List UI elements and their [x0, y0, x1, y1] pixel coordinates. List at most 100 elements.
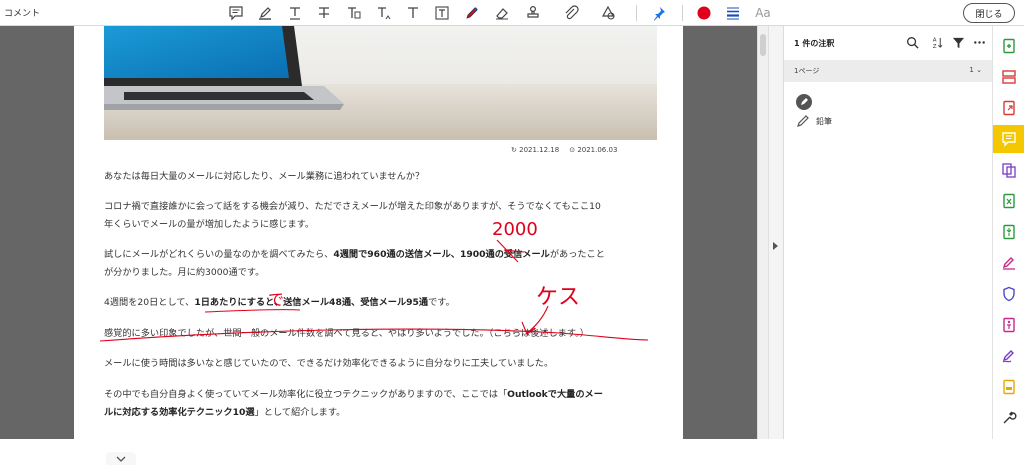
- shapes-icon[interactable]: [597, 2, 619, 24]
- body-text: あなたは毎日大量のメールに対応したり、メール業務に追われていませんか？: [104, 171, 425, 182]
- sidebar-tool-sign[interactable]: [993, 342, 1024, 370]
- redact-icon: [1003, 379, 1015, 395]
- body-text: メールに使う時間は多いなと感じていたので、できるだけ効率化できるように自分なりに…: [104, 358, 554, 369]
- avatar[interactable]: [796, 94, 812, 110]
- comments-panel: 1 件の注釈 AZ 1ページ 1 ⌄ 鉛筆: [784, 26, 992, 439]
- filter-icon[interactable]: [950, 34, 966, 50]
- text-box-icon[interactable]: [431, 2, 453, 24]
- paragraph-line: 4週間を20日として、1日あたりにすると、送信メール48通、受信メール95通です…: [104, 294, 455, 312]
- body-text: 」として紹介します。: [254, 407, 346, 418]
- fill-sign-icon: [1002, 257, 1015, 270]
- paragraph-line: コロナ禍で直接誰かに会って話をする機会が減り、ただでさえメールが増えた印象があり…: [104, 198, 601, 216]
- body-text: が分かりました。月に約3000通です。: [104, 267, 265, 278]
- svg-text:A: A: [932, 37, 936, 43]
- sidebar-tool-protect[interactable]: [993, 280, 1024, 308]
- sidebar-tool-compress-pdf[interactable]: [993, 218, 1024, 246]
- paragraph-line: その中でも自分自身よく使っていてメール効率化に役立つテクニックがありますので、こ…: [104, 386, 603, 404]
- page-nav-toggle[interactable]: [106, 452, 136, 465]
- sidebar-tool-fill-sign[interactable]: [993, 249, 1024, 277]
- close-button[interactable]: 閉じる: [963, 3, 1015, 23]
- body-text: 4週間を20日として、: [104, 297, 195, 308]
- sidebar-tool-export-excel[interactable]: [993, 187, 1024, 215]
- sign-icon: [1002, 350, 1014, 363]
- bold-text: ルに対応する効率化テクニック10選: [104, 407, 255, 418]
- laptop-photo: [104, 26, 657, 140]
- clock-icon: ⊙: [569, 146, 576, 154]
- sidebar-tool-comment[interactable]: [993, 125, 1024, 153]
- strikethrough-text-icon[interactable]: [313, 2, 335, 24]
- sidebar-tool-tools[interactable]: [993, 404, 1024, 432]
- page-group-header[interactable]: 1ページ 1 ⌄: [784, 60, 992, 82]
- body-text: 年くらいでメールの量が増加したように感じます。: [104, 219, 315, 230]
- paragraph-line: 感覚的に多い印象でしたが、世間一般のメール件数を調べて見ると、やはり多いようでし…: [104, 325, 589, 343]
- combine-files-icon: [1002, 163, 1016, 178]
- scrollbar-thumb[interactable]: [760, 34, 766, 56]
- comment-icon: [1002, 132, 1016, 147]
- sidebar-tool-combine-files[interactable]: [993, 156, 1024, 184]
- toolbar-separator: [636, 5, 637, 21]
- attach-file-icon[interactable]: [560, 2, 582, 24]
- create-pdf-icon: [1003, 38, 1015, 54]
- sidebar-tool-export-pdf[interactable]: [993, 94, 1024, 122]
- pin-icon[interactable]: [648, 2, 670, 24]
- font-size-label: Aa: [755, 6, 771, 20]
- font-size-icon[interactable]: Aa: [752, 2, 774, 24]
- more-options-icon[interactable]: [971, 34, 987, 50]
- eraser-icon[interactable]: [491, 2, 513, 24]
- pencil-icon: [797, 115, 809, 127]
- stamp-icon[interactable]: [522, 2, 544, 24]
- pencil-draw-icon[interactable]: [461, 2, 483, 24]
- bold-text: Outlookで大量のメー: [507, 389, 603, 400]
- paragraph-line: 試しにメールがどれくらいの量なのかを調べてみたら、4週間で960通の送信メール、…: [104, 246, 605, 264]
- comments-count-title: 1 件の注釈: [794, 39, 835, 48]
- sort-icon[interactable]: AZ: [928, 34, 944, 50]
- published-date: ⊙ 2021.06.03: [569, 146, 618, 154]
- toolbar-title: コメント: [4, 9, 41, 19]
- updated-date: ↻ 2021.12.18: [511, 146, 560, 154]
- chevron-down-icon: [116, 456, 126, 462]
- tools-sidebar: [992, 26, 1024, 439]
- underline-text-icon[interactable]: [284, 2, 306, 24]
- paragraph-line: ルに対応する効率化テクニック10選」として紹介します。: [104, 404, 345, 422]
- line-thickness-icon[interactable]: [722, 2, 744, 24]
- paragraph-line: が分かりました。月に約3000通です。: [104, 264, 264, 282]
- protect-icon: [1003, 286, 1015, 302]
- sidebar-tool-organize-pages[interactable]: [993, 63, 1024, 91]
- highlight-icon[interactable]: [254, 2, 276, 24]
- color-picker-icon[interactable]: [693, 2, 715, 24]
- search-icon[interactable]: [904, 34, 920, 50]
- sticky-note-icon[interactable]: [225, 2, 247, 24]
- chevron-down-icon: ⌄: [976, 66, 982, 74]
- body-text: です。: [428, 297, 455, 308]
- export-excel-icon: [1003, 193, 1015, 209]
- pdf-page[interactable]: ↻ 2021.12.18 ⊙ 2021.06.03 あなたは毎日大量のメールに対…: [74, 26, 683, 439]
- paragraph-line: 年くらいでメールの量が増加したように感じます。: [104, 216, 314, 234]
- body-text: コロナ禍で直接誰かに会って話をする機会が減り、ただでさえメールが増えた印象があり…: [104, 201, 601, 212]
- document-viewport[interactable]: ↻ 2021.12.18 ⊙ 2021.06.03 あなたは毎日大量のメールに対…: [0, 26, 757, 465]
- bold-text: 4週間で960通の送信メール、1900通の受信メール: [333, 249, 550, 260]
- paragraph-line: メールに使う時間は多いなと感じていたので、できるだけ効率化できるように自分なりに…: [104, 355, 553, 373]
- refresh-icon: ↻: [511, 146, 517, 154]
- sidebar-tool-accessibility[interactable]: [993, 311, 1024, 339]
- comment-toolbar: コメント Aa 閉じる: [0, 0, 1024, 26]
- bold-text: 1日あたりにすると、送信メール48通、受信メール95通: [194, 297, 429, 308]
- add-text-icon[interactable]: [402, 2, 424, 24]
- post-dates: ↻ 2021.12.18 ⊙ 2021.06.03: [511, 146, 617, 154]
- toolbar-separator: [682, 5, 683, 21]
- insert-text-icon[interactable]: [373, 2, 395, 24]
- replace-text-icon[interactable]: [343, 2, 365, 24]
- paragraph-line: あなたは毎日大量のメールに対応したり、メール業務に追われていませんか？: [104, 168, 424, 186]
- collapse-arrow-icon[interactable]: [773, 242, 778, 250]
- accessibility-icon: [1003, 317, 1015, 333]
- body-text: 感覚的に多い印象でしたが、世間一般のメール件数を調べて見ると、やはり多いようでし…: [104, 328, 589, 339]
- sidebar-tool-redact[interactable]: [993, 373, 1024, 401]
- body-text: その中でも自分自身よく使っていてメール効率化に役立つテクニックがありますので、こ…: [104, 389, 508, 400]
- panel-collapse-strip[interactable]: [768, 26, 784, 439]
- document-scrollbar[interactable]: [757, 26, 768, 439]
- comment-item[interactable]: 鉛筆: [796, 114, 832, 128]
- export-pdf-icon: [1003, 100, 1015, 116]
- sidebar-tool-create-pdf[interactable]: [993, 32, 1024, 60]
- organize-pages-icon: [1002, 70, 1016, 84]
- compress-pdf-icon: [1003, 224, 1015, 240]
- comment-type-label: 鉛筆: [816, 116, 832, 126]
